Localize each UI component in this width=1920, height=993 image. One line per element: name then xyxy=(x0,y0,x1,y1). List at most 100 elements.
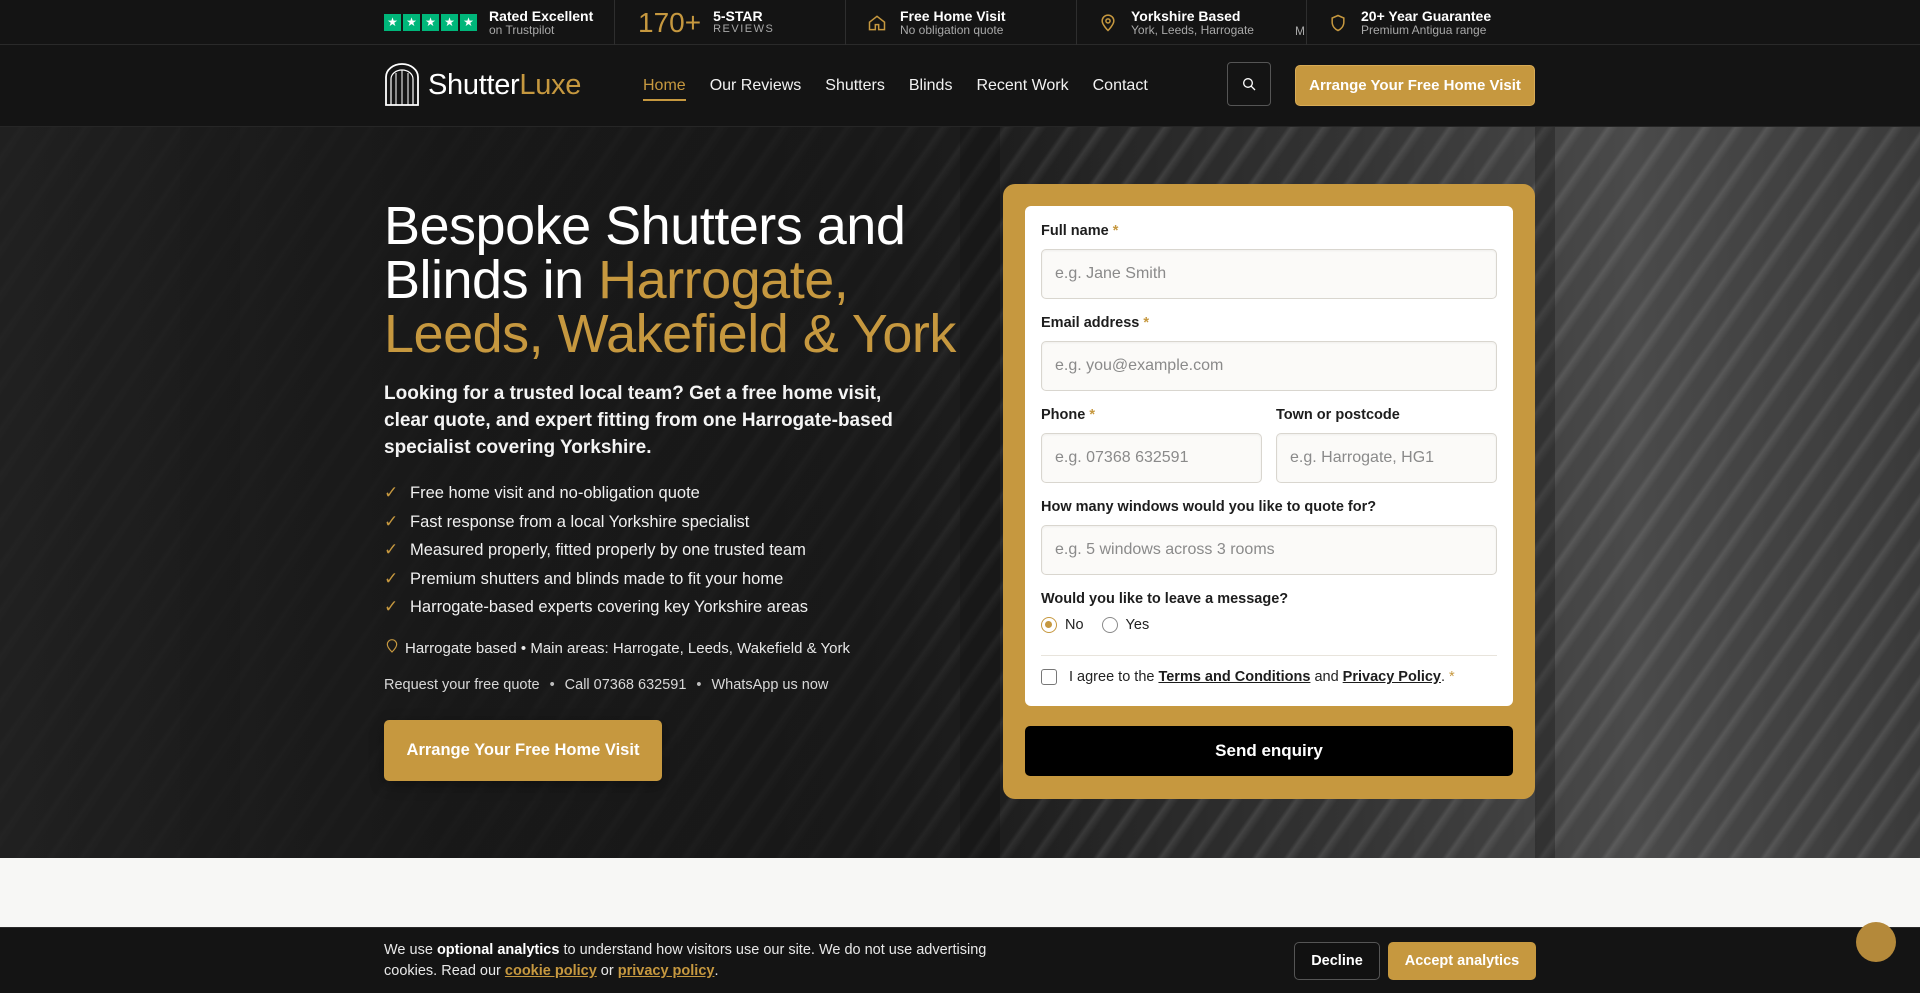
phone-input[interactable] xyxy=(1041,433,1262,483)
radio-yes-label: Yes xyxy=(1125,617,1150,633)
truncated-text: M xyxy=(1295,24,1305,38)
required-mark: * xyxy=(1089,407,1095,423)
privacy-link[interactable]: Privacy Policy xyxy=(1343,669,1441,685)
hero-title: Bespoke Shutters and Blinds in Harrogate… xyxy=(384,199,964,361)
chat-widget-button[interactable] xyxy=(1856,922,1896,962)
whatsapp-link[interactable]: WhatsApp us now xyxy=(711,677,828,693)
nav-item-our-reviews[interactable]: Our Reviews xyxy=(710,71,802,101)
logo-text: ShutterLuxe xyxy=(428,69,581,102)
cookie-banner: We use optional analytics to understand … xyxy=(0,927,1920,993)
hero-title-areas: Leeds, Wakefield & York xyxy=(384,304,956,364)
full-name-label-text: Full name xyxy=(1041,223,1109,239)
enquiry-form: Full name * Email address * Phone * Town… xyxy=(1025,206,1513,706)
windows-label: How many windows would you like to quote… xyxy=(1041,499,1377,515)
search-icon xyxy=(1243,78,1256,91)
trustpilot-stars: ★ ★ ★ ★ ★ xyxy=(384,14,477,31)
town-input[interactable] xyxy=(1276,433,1497,483)
send-enquiry-button[interactable]: Send enquiry xyxy=(1025,726,1513,776)
benefit-text: Fast response from a local Yorkshire spe… xyxy=(410,512,750,531)
radio-yes[interactable] xyxy=(1101,617,1118,633)
list-item: ✓ Free home visit and no-obligation quote xyxy=(384,479,808,508)
privacy-policy-link[interactable]: privacy policy xyxy=(618,963,715,979)
accept-analytics-button[interactable]: Accept analytics xyxy=(1388,942,1536,980)
home-visit-badge: Free Home Visit No obligation quote xyxy=(866,0,1006,45)
map-pin-icon xyxy=(1097,12,1119,34)
divider xyxy=(1076,0,1077,45)
phone-label: Phone * xyxy=(1041,407,1095,423)
site-header: ShutterLuxe Home Our Reviews Shutters Bl… xyxy=(0,45,1920,127)
benefit-text: Measured properly, fitted properly by on… xyxy=(410,541,806,559)
check-icon: ✓ xyxy=(384,511,399,531)
home-visit-sub: No obligation quote xyxy=(900,22,1004,37)
trust-bar: ★ ★ ★ ★ ★ Rated Excellent on Trustpilot … xyxy=(0,0,1920,45)
nav-item-contact[interactable]: Contact xyxy=(1093,71,1148,101)
guarantee-title: 20+ Year Guarantee xyxy=(1361,7,1492,24)
terms-checkbox[interactable] xyxy=(1041,669,1057,685)
cookie-text-part: or xyxy=(596,963,618,979)
logo-text-luxe: Luxe xyxy=(519,68,582,101)
benefits-list: ✓ Free home visit and no-obligation quote… xyxy=(384,479,808,622)
separator: • xyxy=(696,677,702,693)
call-link[interactable]: Call 07368 632591 xyxy=(565,677,687,693)
nav-item-blinds[interactable]: Blinds xyxy=(909,71,953,101)
phone-label-text: Phone xyxy=(1041,407,1086,423)
terms-link[interactable]: Terms and Conditions xyxy=(1158,669,1310,685)
benefit-text: Harrogate-based experts covering key Yor… xyxy=(410,598,809,616)
hero-title-line1: Bespoke Shutters and xyxy=(384,196,906,256)
main-nav: Home Our Reviews Shutters Blinds Recent … xyxy=(643,45,1148,127)
reviews-title: 5-STAR xyxy=(713,8,763,25)
search-button[interactable] xyxy=(1227,62,1271,106)
trustpilot-sub: on Trustpilot xyxy=(489,22,555,37)
email-input[interactable] xyxy=(1041,341,1497,391)
nav-item-shutters[interactable]: Shutters xyxy=(825,71,885,101)
hero-cta-button[interactable]: Arrange Your Free Home Visit xyxy=(384,720,662,781)
check-icon: ✓ xyxy=(384,597,399,616)
terms-agreement: I agree to the Terms and Conditions and … xyxy=(1041,669,1455,685)
cookie-policy-link[interactable]: cookie policy xyxy=(505,963,597,979)
check-icon: ✓ xyxy=(384,568,399,588)
list-item: ✓ Premium shutters and blinds made to fit… xyxy=(384,565,808,594)
trustpilot-title: Rated Excellent xyxy=(489,7,594,24)
decline-button[interactable]: Decline xyxy=(1294,942,1380,980)
agree-prefix: I agree to the xyxy=(1069,669,1155,685)
divider xyxy=(1306,0,1307,45)
full-name-input[interactable] xyxy=(1041,249,1497,299)
logo[interactable]: ShutterLuxe xyxy=(384,63,581,107)
nav-item-home[interactable]: Home xyxy=(643,71,686,101)
map-pin-icon xyxy=(386,638,398,653)
background-stripe xyxy=(1535,127,1555,858)
divider xyxy=(845,0,846,45)
contact-links: Request your free quote • Call 07368 632… xyxy=(384,677,828,693)
reviews-count: 170+ 5-STAR REVIEWS xyxy=(638,0,774,45)
hero-title-location: Harrogate, xyxy=(598,250,849,310)
email-label-text: Email address xyxy=(1041,315,1140,331)
request-quote-link[interactable]: Request your free quote xyxy=(384,677,540,693)
full-name-label: Full name * xyxy=(1041,223,1118,239)
check-icon: ✓ xyxy=(384,483,399,502)
radio-no[interactable] xyxy=(1041,617,1057,633)
hero-title-line2: Blinds in xyxy=(384,250,599,310)
required-mark: * xyxy=(1112,223,1119,239)
house-icon xyxy=(866,12,888,34)
cookie-text-part: . xyxy=(714,963,719,979)
trustpilot-rating[interactable]: ★ ★ ★ ★ ★ Rated Excellent on Trustpilot xyxy=(384,0,593,45)
list-item: ✓ Harrogate-based experts covering key Yo… xyxy=(384,593,808,622)
radio-option-yes[interactable]: Yes xyxy=(1101,617,1150,633)
home-visit-title: Free Home Visit xyxy=(900,7,1006,24)
windows-input[interactable] xyxy=(1041,525,1497,575)
check-icon: ✓ xyxy=(384,540,399,559)
cookie-text: We use optional analytics to understand … xyxy=(384,940,1024,982)
location-line: Harrogate based • Main areas: Harrogate,… xyxy=(384,638,850,657)
list-item: ✓ Measured properly, fitted properly by o… xyxy=(384,536,808,565)
separator: • xyxy=(549,677,555,693)
logo-text-shutter: Shutter xyxy=(428,68,520,101)
radio-no-label: No xyxy=(1065,617,1084,633)
radio-option-no[interactable]: No xyxy=(1041,617,1084,633)
required-mark: * xyxy=(1143,315,1150,331)
hero-section: Bespoke Shutters and Blinds in Harrogate… xyxy=(0,127,1920,858)
reviews-sub: REVIEWS xyxy=(713,23,775,36)
header-cta-button[interactable]: Arrange Your Free Home Visit xyxy=(1295,65,1535,106)
local-title: Yorkshire Based xyxy=(1131,7,1241,24)
agree-and: and xyxy=(1314,669,1339,685)
nav-item-recent-work[interactable]: Recent Work xyxy=(976,71,1068,101)
